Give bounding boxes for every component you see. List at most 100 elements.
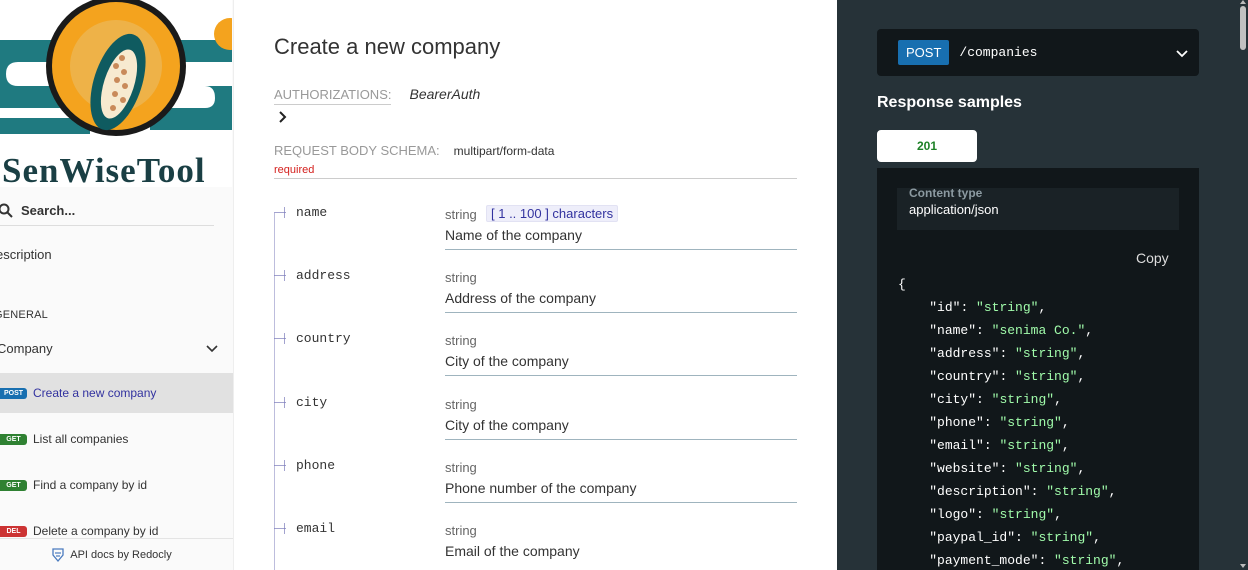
chevron-right-icon[interactable] [277,110,289,124]
json-value: "string" [1054,553,1117,568]
tree-connector [284,333,285,344]
schema-value: multipart/form-data [453,144,555,158]
json-line: "address": "string", [929,346,1086,361]
json-key: "paypal_id" [929,530,1016,545]
search-icon [0,203,13,218]
json-line: "paypal_id": "string", [929,530,1101,545]
scrollbar-thumb[interactable] [1240,6,1246,50]
request-body-schema-row: REQUEST BODY SCHEMA: multipart/form-data [274,143,554,158]
json-key: "logo" [929,507,977,522]
tree-connector [284,460,285,471]
property-description: Email of the company [445,543,580,559]
json-value: "string" [991,392,1055,407]
divider [274,178,797,179]
copy-button[interactable]: Copy [1136,250,1169,266]
post-badge: POST [0,387,27,399]
content-type-value: application/json [909,202,999,217]
scroll-up-arrow-icon[interactable] [1240,0,1246,4]
redocly-icon [52,547,64,562]
content-type-label: Content type [909,186,983,200]
json-value: "string" [999,415,1062,430]
json-line: "payment_mode": "string", [929,553,1125,568]
scroll-down-arrow-icon[interactable] [1240,564,1246,568]
json-sample: { "id": "string", "name": "senima Co.", … [898,273,1124,570]
json-key: "payment_mode" [929,553,1039,568]
json-value: "string" [991,507,1055,522]
property-type: string [445,523,477,538]
http-method-badge: POST [898,40,950,65]
authorizations-row: AUTHORIZATIONS: BearerAuth [274,86,480,105]
divider [445,375,797,376]
json-value: "string" [1015,346,1078,361]
divider [445,312,797,313]
sidebar-item-description[interactable]: escription [0,247,52,262]
page-title: Create a new company [274,34,501,59]
json-line: "country": "string", [929,369,1086,384]
endpoint-dropdown[interactable]: POST /companies [877,29,1199,76]
tree-connector [284,270,285,281]
sidebar-item-label: List all companies [33,432,129,446]
chevron-down-icon [1176,50,1188,58]
required-label: required [274,164,315,176]
divider [445,439,797,440]
property-row: address string Address of the company [274,268,797,332]
json-line: "website": "string", [929,461,1086,476]
delete-badge: DEL [0,525,27,537]
response-sample-body: Content type application/json Copy { "id… [877,168,1199,570]
json-key: "phone" [929,415,984,430]
operation-content: Create a new company AUTHORIZATIONS: Bea… [234,0,837,570]
logo: SenWiseTool [0,0,232,187]
sidebar-item-label: Create a new company [33,386,157,400]
property-row: country string City of the company [274,331,797,395]
json-key: "country" [929,369,1000,384]
sidebar: SenWiseTool escription GENERAL Company P… [0,0,234,570]
json-line: "id": "string", [929,300,1047,315]
sidebar-item-label: Find a company by id [33,478,148,492]
property-name: address [296,268,351,283]
page-scrollbar[interactable] [1238,0,1248,570]
sidebar-item-find-company[interactable]: GET Find a company by id [0,465,233,505]
sidebar-item-label: Delete a company by id [33,524,159,538]
property-name: phone [296,458,336,473]
sidebar-item-list-companies[interactable]: GET List all companies [0,419,233,459]
tab-status-201[interactable]: 201 [877,130,977,162]
json-value: "string" [999,438,1062,453]
property-constraint: [ 1 .. 100 ] characters [486,205,619,222]
sidebar-item-create-company[interactable]: POST Create a new company [0,373,233,413]
json-value: "string" [976,300,1039,315]
json-key: "city" [929,392,977,407]
sidebar-group-company[interactable]: Company [0,337,219,359]
schema-label: REQUEST BODY SCHEMA: [274,143,440,158]
json-value: "string" [1015,369,1078,384]
json-key: "name" [929,323,977,338]
sidebar-group-label: Company [0,340,53,356]
json-line: "email": "string", [929,438,1070,453]
redocly-footer-label: API docs by Redocly [70,548,172,561]
property-description: Phone number of the company [445,480,637,496]
property-name: country [296,331,351,346]
logo-wordmark: SenWiseTool [2,151,206,187]
divider [445,502,797,503]
json-brace: { [898,277,906,292]
search-input[interactable] [21,203,201,218]
property-row: phone string Phone number of the company [274,458,797,522]
divider [445,249,797,250]
json-key: "id" [929,300,961,315]
tree-connector [284,207,285,218]
property-description: Address of the company [445,290,596,306]
json-value: "senima Co." [991,323,1086,338]
json-line: "phone": "string", [929,415,1070,430]
content-type-box[interactable]: Content type application/json [897,186,1179,230]
property-type: string [445,460,477,475]
search-box[interactable] [0,196,214,226]
redocly-footer-link[interactable]: API docs by Redocly [0,538,233,570]
json-value: "string" [1015,461,1078,476]
property-row: city string City of the company [274,395,797,459]
endpoint-path: /companies [959,45,1038,60]
response-panel: POST /companies Response samples 201 Con… [837,0,1248,570]
json-key: "description" [929,484,1031,499]
json-line: "description": "string", [929,484,1117,499]
tree-connector [284,397,285,408]
property-name: email [296,521,336,536]
authorizations-label: AUTHORIZATIONS: [274,87,392,105]
